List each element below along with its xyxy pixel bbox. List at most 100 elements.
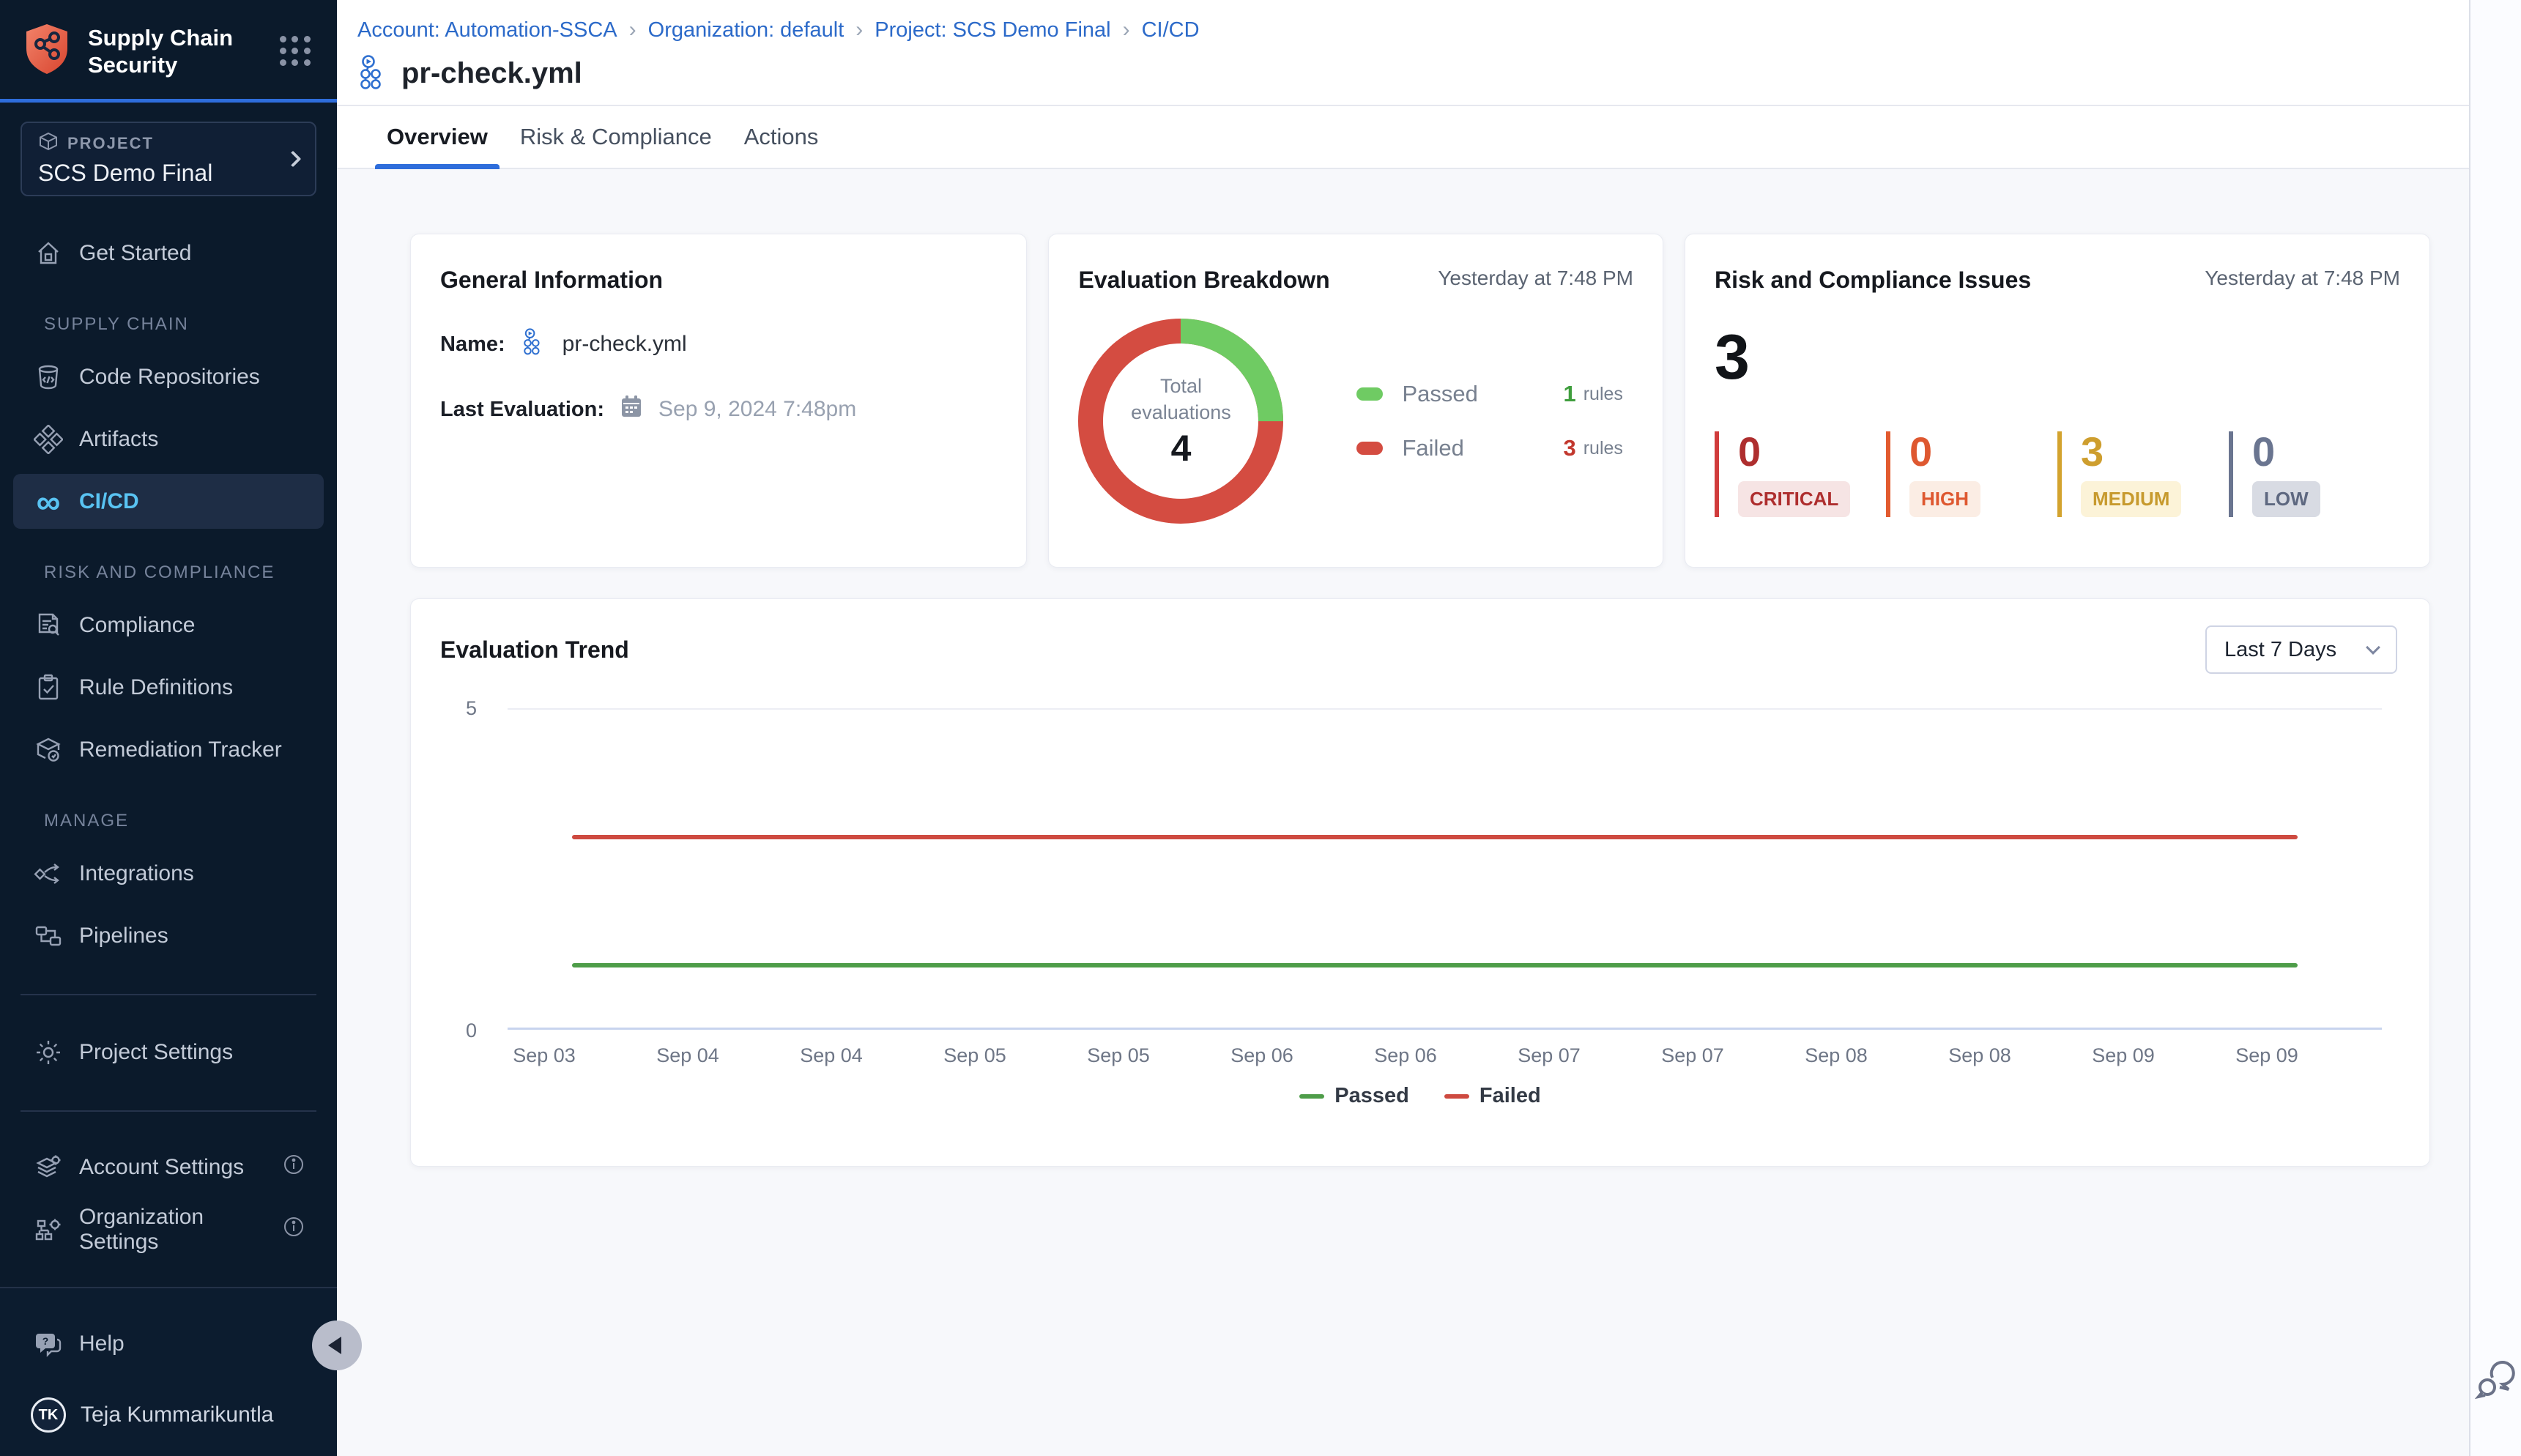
severity-critical: 0 CRITICAL — [1715, 431, 1886, 517]
sidebar-item-label: Compliance — [79, 613, 195, 638]
sidebar-item-project-settings[interactable]: Project Settings — [13, 1025, 324, 1080]
chevron-down-icon — [2366, 640, 2380, 655]
section-manage: MANAGE — [44, 811, 324, 831]
code-repo-icon — [32, 361, 64, 393]
y-axis-tick-5: 5 — [428, 697, 477, 720]
critical-badge: CRITICAL — [1738, 481, 1850, 517]
medium-count: 3 — [2081, 431, 2229, 472]
evaluation-breakdown-card: Evaluation Breakdown Yesterday at 7:48 P… — [1048, 234, 1663, 568]
gear-icon — [32, 1036, 64, 1069]
breadcrumb-separator: › — [629, 18, 636, 42]
date-range-value: Last 7 Days — [2224, 638, 2336, 662]
cube-icon — [38, 131, 59, 155]
donut-total-value: 4 — [1171, 427, 1192, 469]
x-tick-label: Sep 09 — [2195, 1044, 2339, 1067]
user-menu[interactable]: TK Teja Kummarikuntla — [13, 1393, 324, 1437]
last-evaluation-value: Sep 9, 2024 7:48pm — [658, 397, 856, 422]
help-chat-icon: ? — [32, 1328, 64, 1360]
high-count: 0 — [1909, 431, 2057, 472]
severity-medium: 3 MEDIUM — [2057, 431, 2229, 517]
pipeline-icon — [521, 327, 546, 361]
section-supply-chain: SUPPLY CHAIN — [44, 314, 324, 335]
sidebar-item-label: Account Settings — [79, 1155, 244, 1180]
failed-count: 3 — [1563, 435, 1575, 461]
sidebar-item-remediation-tracker[interactable]: Remediation Tracker — [13, 722, 324, 777]
sidebar-item-code-repositories[interactable]: Code Repositories — [13, 349, 324, 404]
info-icon[interactable] — [283, 1216, 305, 1244]
breadcrumb-organization[interactable]: Organization: default — [648, 18, 844, 42]
sidebar-item-organization-settings[interactable]: Organization Settings — [13, 1202, 324, 1257]
legend-passed[interactable]: Passed — [1299, 1084, 1409, 1108]
app-title: Supply Chain Security — [88, 24, 275, 78]
tab-risk-compliance[interactable]: Risk & Compliance — [508, 106, 724, 168]
passed-count: 1 — [1563, 381, 1575, 407]
name-row: Name: pr-check.yml — [440, 327, 997, 361]
sidebar-item-account-settings[interactable]: Account Settings — [13, 1140, 324, 1195]
x-axis-ticks: Sep 03Sep 04Sep 04Sep 05Sep 05Sep 06Sep … — [472, 1044, 2339, 1067]
chat-support-icon[interactable] — [2475, 1360, 2517, 1403]
layers-gear-icon — [32, 1151, 64, 1184]
x-tick-label: Sep 04 — [760, 1044, 903, 1067]
tab-actions[interactable]: Actions — [732, 106, 831, 168]
module-accent-bar — [0, 99, 337, 103]
x-tick-label: Sep 07 — [1621, 1044, 1764, 1067]
severity-high: 0 HIGH — [1886, 431, 2057, 517]
sidebar-item-artifacts[interactable]: Artifacts — [13, 412, 324, 467]
x-tick-label: Sep 03 — [472, 1044, 616, 1067]
x-tick-label: Sep 08 — [1764, 1044, 1908, 1067]
passed-swatch-icon — [1356, 387, 1383, 401]
page-header: Account: Automation-SSCA › Organization:… — [337, 0, 2469, 106]
trend-plot — [508, 708, 2382, 1030]
sidebar-item-label: Organization Settings — [79, 1205, 268, 1255]
sidebar-item-help[interactable]: ? Help — [13, 1316, 324, 1371]
breadcrumb-separator: › — [855, 18, 863, 42]
legend-failed-row: Failed 3 rules — [1356, 435, 1622, 461]
general-information-card: General Information Name: pr-check.yml — [410, 234, 1027, 568]
failed-swatch-icon — [1356, 442, 1383, 455]
evaluation-trend-card: Evaluation Trend Last 7 Days 5 0 Sep 03S… — [410, 598, 2430, 1167]
sidebar-item-pipelines[interactable]: Pipelines — [13, 908, 324, 963]
right-rail — [2469, 0, 2521, 1456]
sidebar: Supply Chain Security PROJECT SCS Demo F… — [0, 0, 337, 1456]
section-risk-compliance: RISK AND COMPLIANCE — [44, 562, 324, 583]
sidebar-item-label: Rule Definitions — [79, 675, 233, 700]
breadcrumb-account[interactable]: Account: Automation-SSCA — [357, 18, 617, 42]
breadcrumb-page[interactable]: CI/CD — [1142, 18, 1200, 42]
project-selector[interactable]: PROJECT SCS Demo Final — [21, 122, 316, 196]
sidebar-item-cicd[interactable]: ∞ CI/CD — [13, 474, 324, 529]
failed-label: Failed — [1402, 435, 1519, 461]
sidebar-item-rule-definitions[interactable]: Rule Definitions — [13, 660, 324, 715]
sidebar-collapse-button[interactable] — [312, 1321, 362, 1370]
date-range-select[interactable]: Last 7 Days — [2205, 625, 2397, 674]
pipeline-icon — [357, 54, 390, 93]
high-badge: HIGH — [1909, 481, 1980, 517]
evaluations-donut-chart: Total evaluations 4 — [1078, 319, 1283, 524]
sidebar-item-integrations[interactable]: Integrations — [13, 846, 324, 901]
svg-text:?: ? — [42, 1335, 49, 1347]
sidebar-item-get-started[interactable]: Get Started — [13, 226, 324, 281]
sidebar-item-label: CI/CD — [79, 489, 139, 514]
divider — [21, 1110, 316, 1112]
app-switcher-icon[interactable] — [275, 31, 315, 71]
shield-logo-icon — [22, 22, 72, 80]
legend-failed-label: Failed — [1479, 1084, 1541, 1108]
home-icon — [32, 237, 64, 270]
legend-failed[interactable]: Failed — [1444, 1084, 1541, 1108]
sidebar-item-label: Get Started — [79, 241, 191, 266]
x-tick-label: Sep 04 — [616, 1044, 760, 1067]
sidebar-item-label: Remediation Tracker — [79, 738, 282, 762]
breadcrumb-project[interactable]: Project: SCS Demo Final — [875, 18, 1110, 42]
legend-passed-row: Passed 1 rules — [1356, 381, 1622, 407]
breadcrumb: Account: Automation-SSCA › Organization:… — [357, 18, 2469, 42]
card-title: Risk and Compliance Issues — [1715, 267, 2031, 294]
page-content: General Information Name: pr-check.yml — [337, 169, 2469, 1456]
sidebar-item-compliance[interactable]: Compliance — [13, 598, 324, 653]
tab-overview[interactable]: Overview — [375, 106, 500, 168]
passed-trend-line — [572, 963, 2298, 967]
info-icon[interactable] — [283, 1154, 305, 1181]
trend-legend: Passed Failed — [411, 1084, 2429, 1108]
x-tick-label: Sep 05 — [903, 1044, 1047, 1067]
page-title: pr-check.yml — [401, 57, 582, 90]
card-timestamp: Yesterday at 7:48 PM — [2205, 267, 2400, 290]
rules-suffix: rules — [1583, 384, 1623, 405]
